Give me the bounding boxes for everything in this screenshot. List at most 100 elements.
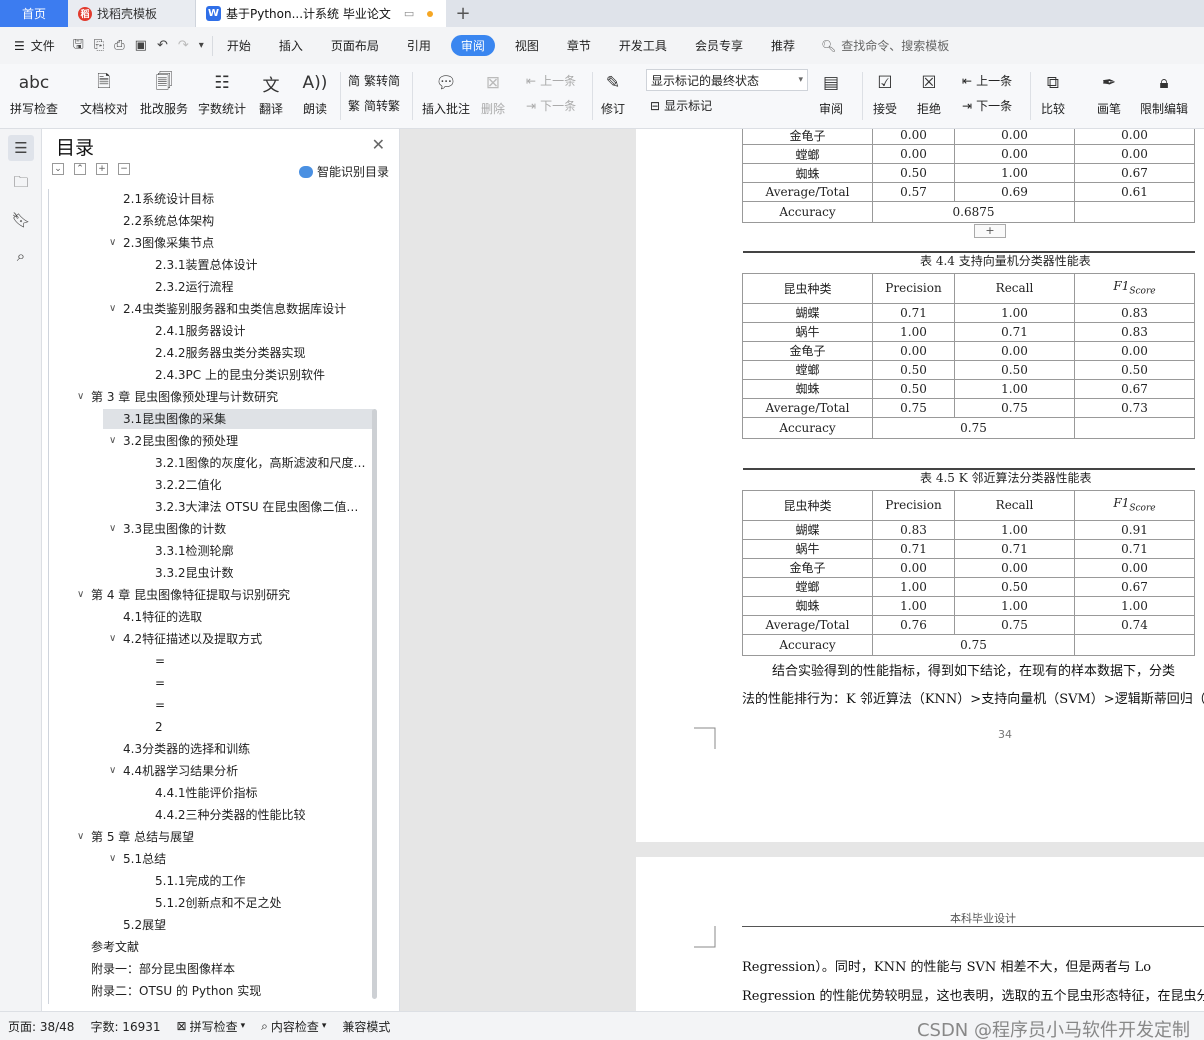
read-aloud-button[interactable]: A)) 朗读	[302, 70, 328, 117]
delete-comment-button[interactable]: ⊠ 删除	[480, 70, 506, 117]
toc-item[interactable]: 2.4.3PC 上的昆虫分类识别软件	[155, 365, 325, 385]
menu-home[interactable]: 开始	[213, 37, 265, 54]
toc-item[interactable]: 4.2特征描述以及提取方式	[123, 629, 262, 649]
toc-item[interactable]: 2.3.1装置总体设计	[155, 255, 258, 275]
toc-item[interactable]: 附录一：部分昆虫图像样本	[91, 959, 235, 979]
next-comment-button[interactable]: ⇥ 下一条	[526, 97, 576, 114]
batch-service-button[interactable]: 🗐 批改服务	[140, 70, 188, 117]
menu-section[interactable]: 章节	[553, 37, 605, 54]
menu-insert[interactable]: 插入	[265, 37, 317, 54]
chevron-down-icon[interactable]: ∨	[109, 237, 116, 248]
content-check-button[interactable]: ⌕ 内容检查 ▾	[253, 1018, 334, 1035]
export-icon[interactable]: ⎘	[94, 38, 104, 53]
add-heading-icon[interactable]: +	[96, 163, 108, 175]
file-menu-button[interactable]: ☰ 文件	[0, 37, 65, 54]
chevron-down-icon[interactable]: ∨	[109, 765, 116, 776]
toc-item[interactable]: =	[155, 695, 165, 715]
tab-document[interactable]: W 基于Python...计系统 毕业论文 ▭	[196, 0, 446, 27]
smart-toc-button[interactable]: 智能识别目录	[298, 163, 389, 180]
tab-daoke-templates[interactable]: 稻 找稻壳模板	[68, 0, 196, 27]
track-changes-button[interactable]: ✎ 修订	[600, 70, 626, 117]
toc-item[interactable]: 3.3昆虫图像的计数	[123, 519, 226, 539]
chevron-down-icon[interactable]: ∨	[109, 303, 116, 314]
toc-item[interactable]: 4.1特征的选取	[123, 607, 202, 627]
pen-button[interactable]: ✒ 画笔	[1096, 70, 1122, 117]
page-indicator[interactable]: 页面: 38/48	[0, 1018, 82, 1035]
prev-change-button[interactable]: ⇤ 上一条	[962, 72, 1012, 89]
toc-item[interactable]: 2	[155, 717, 163, 737]
monitor-icon[interactable]: ▭	[404, 7, 414, 20]
save-icon[interactable]: 🖫	[73, 35, 84, 57]
insert-comment-button[interactable]: 💬︎ 插入批注	[422, 70, 470, 117]
toc-item[interactable]: 5.1.2创新点和不足之处	[155, 893, 282, 913]
toc-item[interactable]: 4.4机器学习结果分析	[123, 761, 238, 781]
toc-panel-button[interactable]: ☰	[8, 135, 34, 161]
menu-layout[interactable]: 页面布局	[317, 37, 393, 54]
chevron-down-icon[interactable]: ∨	[77, 831, 84, 842]
toc-item[interactable]: 4.4.1性能评价指标	[155, 783, 258, 803]
toc-item[interactable]: 3.2昆虫图像的预处理	[123, 431, 238, 451]
toc-scrollbar[interactable]	[372, 409, 377, 999]
reject-button[interactable]: ☒ 拒绝	[916, 70, 942, 117]
toc-item[interactable]: 3.3.1检测轮廓	[155, 541, 234, 561]
compare-button[interactable]: ⧉ 比较	[1040, 70, 1066, 117]
find-panel-button[interactable]: ⌕	[8, 243, 34, 269]
word-count-button[interactable]: ☷ 字数统计	[198, 70, 246, 117]
chevron-down-icon[interactable]: ∨	[109, 853, 116, 864]
toc-item[interactable]: 参考文献	[91, 937, 139, 957]
menu-references[interactable]: 引用	[393, 37, 445, 54]
toc-item[interactable]: =	[155, 651, 165, 671]
toc-item[interactable]: =	[155, 673, 165, 693]
print-icon[interactable]: ⎙	[114, 38, 124, 53]
chevron-down-icon[interactable]: ∨	[109, 523, 116, 534]
spell-check-button[interactable]: abc 拼写检查	[10, 70, 58, 117]
simp-to-trad-button[interactable]: 繁简转繁	[348, 97, 400, 114]
doc-proofread-button[interactable]: 🗎 文档校对	[80, 70, 128, 117]
expand-all-icon[interactable]: ⌄	[52, 163, 64, 175]
preview-icon[interactable]: ▣	[135, 38, 147, 53]
remove-heading-icon[interactable]: −	[118, 163, 130, 175]
toc-item[interactable]: 3.2.2二值化	[155, 475, 222, 495]
collapse-all-icon[interactable]: ⌃	[74, 163, 86, 175]
toc-item[interactable]: 2.4.2服务器虫类分类器实现	[155, 343, 306, 363]
chevron-down-icon[interactable]: ∨	[109, 633, 116, 644]
toc-item[interactable]: 2.3.2运行流程	[155, 277, 234, 297]
chevron-down-icon[interactable]: ∨	[77, 589, 84, 600]
toc-item[interactable]: 4.4.2三种分类器的性能比较	[155, 805, 306, 825]
command-search[interactable]: 🔍︎ 查找命令、搜索模板	[821, 37, 949, 54]
status-spell-check-button[interactable]: ⊠ 拼写检查 ▾	[169, 1018, 254, 1035]
next-change-button[interactable]: ⇥ 下一条	[962, 97, 1012, 114]
trad-to-simp-button[interactable]: 简繁转简	[348, 72, 400, 89]
translate-button[interactable]: 文 翻译	[258, 70, 284, 117]
menu-view[interactable]: 视图	[501, 37, 553, 54]
show-markup-button[interactable]: ⊟ 显示标记	[650, 97, 712, 114]
chevron-down-icon[interactable]: ∨	[77, 391, 84, 402]
menu-review[interactable]: 审阅	[450, 35, 495, 56]
prev-comment-button[interactable]: ⇤ 上一条	[526, 72, 576, 89]
markup-mode-select[interactable]: 显示标记的最终状态 ▾	[646, 69, 808, 91]
restrict-edit-button[interactable]: 🔒︎ 限制编辑	[1140, 70, 1188, 117]
word-count-indicator[interactable]: 字数: 16931	[82, 1018, 168, 1035]
toc-item[interactable]: 2.4虫类鉴别服务器和虫类信息数据库设计	[123, 299, 346, 319]
accept-button[interactable]: ☑ 接受	[872, 70, 898, 117]
bookmark-panel-button[interactable]: 🔖︎	[8, 207, 34, 233]
toc-item[interactable]: 2.2系统总体架构	[123, 211, 214, 231]
toc-item[interactable]: 附录二：OTSU 的 Python 实现	[91, 981, 261, 1001]
chevron-down-icon[interactable]: ▾	[199, 40, 204, 51]
toc-item[interactable]: 4.3分类器的选择和训练	[123, 739, 250, 759]
toc-item[interactable]: 5.1.1完成的工作	[155, 871, 246, 891]
toc-item[interactable]: 3.1昆虫图像的采集	[103, 409, 373, 429]
add-table-row-button[interactable]: +	[974, 224, 1006, 238]
toc-item[interactable]: 2.4.1服务器设计	[155, 321, 246, 341]
review-pane-button[interactable]: ▤ 审阅	[818, 70, 844, 117]
toc-item[interactable]: 2.3图像采集节点	[123, 233, 214, 253]
toc-item[interactable]: 3.2.1图像的灰度化，高斯滤波和尺度…	[155, 453, 366, 473]
toc-item[interactable]: 第 5 章 总结与展望	[91, 827, 194, 847]
chevron-down-icon[interactable]: ∨	[109, 435, 116, 446]
new-tab-button[interactable]: +	[446, 0, 480, 27]
menu-member[interactable]: 会员专享	[681, 37, 757, 54]
toc-item[interactable]: 2.1系统设计目标	[123, 189, 214, 209]
chapter-panel-button[interactable]: 🗀	[8, 171, 34, 197]
toc-item[interactable]: 5.1总结	[123, 849, 166, 869]
toc-item[interactable]: 第 4 章 昆虫图像特征提取与识别研究	[91, 585, 290, 605]
